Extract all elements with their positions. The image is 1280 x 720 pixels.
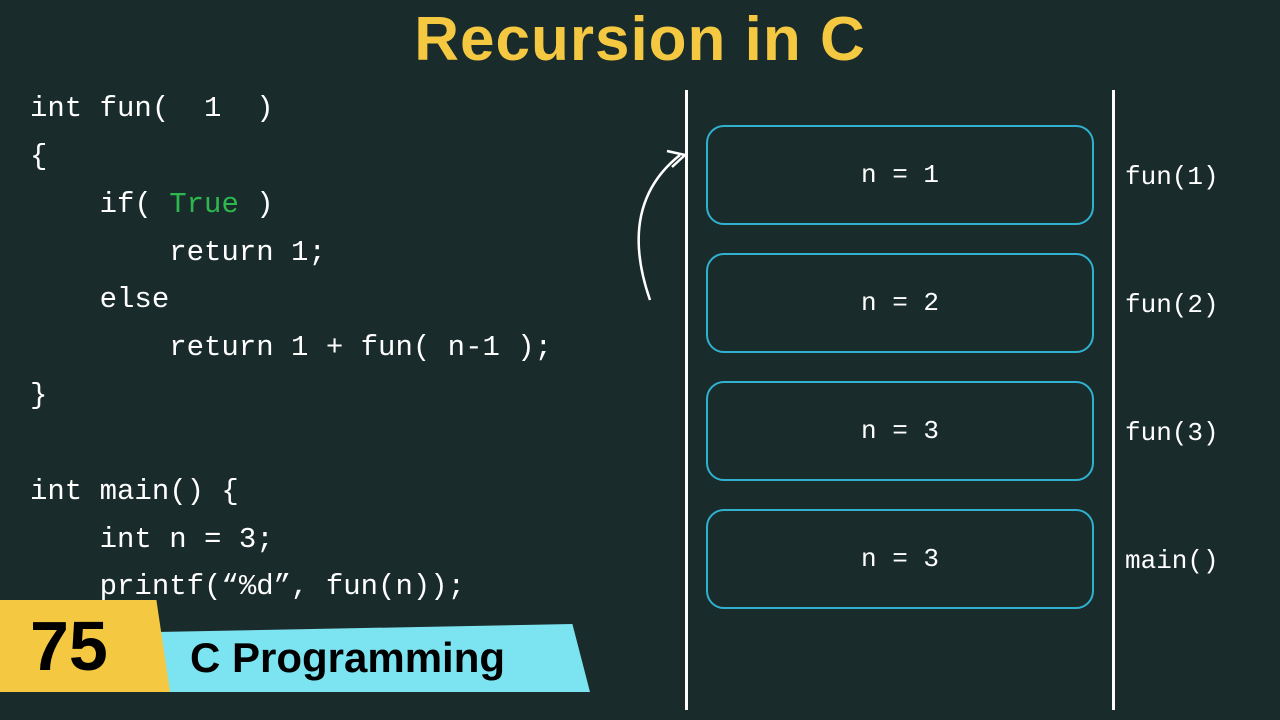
- stack-container: n = 1 n = 2 n = 3 n = 3: [685, 90, 1115, 710]
- code-line-3a: if(: [30, 188, 169, 221]
- stack-frame-2: n = 3: [706, 381, 1094, 481]
- slide-title: Recursion in C: [0, 0, 1280, 75]
- frame-content: n = 1: [861, 160, 939, 190]
- code-line-6: return 1 + fun( n-1 );: [30, 331, 552, 364]
- episode-number-badge: 75: [0, 600, 170, 692]
- stack-label-0: fun(1): [1125, 162, 1219, 192]
- code-line-7: }: [30, 379, 47, 412]
- code-line-9: int main() {: [30, 475, 239, 508]
- code-line-2: {: [30, 140, 47, 173]
- code-true-highlight: True: [169, 188, 239, 221]
- stack-frame-3: n = 3: [706, 509, 1094, 609]
- stack-frame-0: n = 1: [706, 125, 1094, 225]
- code-line-11: printf(“%d”, fun(n));: [30, 570, 465, 603]
- stack-label-3: main(): [1125, 546, 1219, 576]
- stack-frame-1: n = 2: [706, 253, 1094, 353]
- code-line-1: int fun( 1 ): [30, 92, 274, 125]
- code-line-4: return 1;: [30, 236, 326, 269]
- frame-content: n = 3: [861, 544, 939, 574]
- code-line-10: int n = 3;: [30, 523, 274, 556]
- bottom-banner: 75 C Programming: [0, 600, 590, 692]
- stack-label-1: fun(2): [1125, 290, 1219, 320]
- stack-label-2: fun(3): [1125, 418, 1219, 448]
- frame-content: n = 2: [861, 288, 939, 318]
- code-line-3c: ): [239, 188, 274, 221]
- series-name-badge: C Programming: [150, 624, 590, 692]
- code-line-5: else: [30, 283, 169, 316]
- code-block: int fun( 1 ) { if( True ) return 1; else…: [30, 85, 552, 611]
- call-stack-area: n = 1 n = 2 n = 3 n = 3 fun(1) fun(2) fu…: [685, 90, 1115, 710]
- frame-content: n = 3: [861, 416, 939, 446]
